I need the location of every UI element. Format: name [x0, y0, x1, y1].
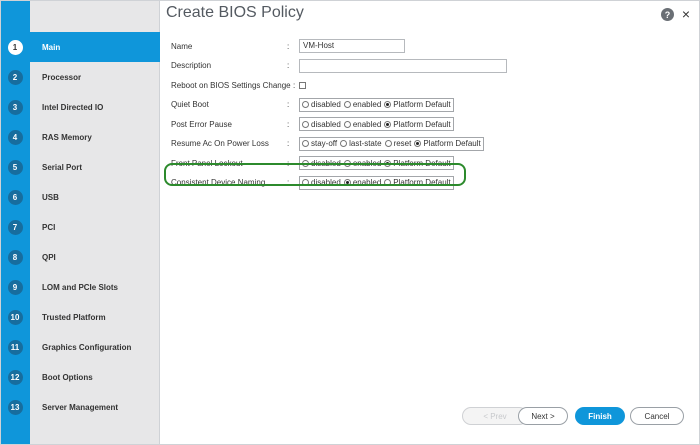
- resume-ac-row: Resume Ac On Power Loss : stay-off last-…: [171, 135, 507, 153]
- radio-button-selected[interactable]: [414, 140, 422, 147]
- step-number: 7: [7, 219, 23, 235]
- description-label: Description: [171, 61, 212, 70]
- colon: :: [287, 41, 290, 51]
- step-number: 8: [7, 249, 23, 265]
- step-number: 5: [7, 159, 23, 175]
- post-error-label: Post Error Pause: [171, 119, 232, 129]
- resume-platform-default-option[interactable]: Platform Default: [414, 139, 481, 148]
- step-main[interactable]: 1 Main: [0, 32, 160, 62]
- step-number: 13: [7, 399, 23, 415]
- radio-button[interactable]: [343, 101, 351, 108]
- radio-button[interactable]: [302, 140, 309, 147]
- step-qpi[interactable]: 8 QPI: [0, 242, 160, 272]
- name-input[interactable]: VM-Host: [299, 39, 405, 53]
- quiet-boot-radio-group: disabled enabled Platform Default: [299, 97, 454, 112]
- help-icon[interactable]: ?: [661, 8, 674, 21]
- reboot-label: Reboot on BIOS Settings Change: [171, 80, 291, 90]
- step-label: Trusted Platform: [42, 312, 106, 322]
- step-label: Boot Options: [42, 372, 93, 382]
- resume-ac-radio-group: stay-off last-state reset Platform Defau…: [299, 136, 484, 151]
- step-label: Main: [42, 42, 61, 52]
- name-label: Name: [171, 41, 193, 51]
- radio-button[interactable]: [384, 140, 392, 147]
- colon: :: [287, 61, 290, 70]
- step-number: 9: [7, 279, 23, 295]
- step-server-management[interactable]: 13 Server Management: [0, 392, 160, 422]
- step-lom-pcie-slots[interactable]: 9 LOM and PCIe Slots: [0, 272, 160, 302]
- step-intel-directed-io[interactable]: 3 Intel Directed IO: [0, 92, 160, 122]
- step-number: 3: [7, 99, 23, 115]
- step-number: 6: [7, 189, 23, 205]
- post-error-radio-group: disabled enabled Platform Default: [299, 117, 454, 131]
- description-row: Description :: [171, 57, 507, 75]
- step-number: 10: [7, 309, 23, 325]
- post-error-disabled-option[interactable]: disabled: [302, 120, 341, 129]
- reboot-checkbox[interactable]: [299, 81, 306, 89]
- quiet-boot-enabled-option[interactable]: enabled: [343, 100, 381, 109]
- step-trusted-platform[interactable]: 10 Trusted Platform: [0, 302, 160, 332]
- radio-button[interactable]: [302, 120, 309, 128]
- step-label: Processor: [42, 72, 82, 82]
- colon: :: [287, 100, 290, 109]
- resume-reset-option[interactable]: reset: [384, 139, 411, 148]
- step-label: Serial Port: [42, 162, 83, 172]
- resume-last-state-option[interactable]: last-state: [340, 139, 382, 148]
- step-serial-port[interactable]: 5 Serial Port: [0, 152, 160, 182]
- next-button[interactable]: Next >: [518, 407, 568, 425]
- wizard-steps: 1 Main 2 Processor 3 Intel Directed IO 4…: [0, 32, 160, 422]
- radio-button-selected[interactable]: [384, 120, 392, 128]
- radio-button[interactable]: [340, 140, 348, 147]
- quiet-boot-disabled-option[interactable]: disabled: [302, 100, 341, 109]
- quiet-boot-row: Quiet Boot : disabled enabled Platform D…: [171, 96, 507, 114]
- dialog-title: Create BIOS Policy: [166, 4, 304, 21]
- colon: :: [287, 139, 290, 148]
- radio-button[interactable]: [343, 120, 351, 128]
- step-number: 2: [7, 69, 23, 85]
- quiet-boot-label: Quiet Boot: [171, 100, 209, 109]
- cancel-button[interactable]: Cancel: [630, 407, 684, 425]
- step-label: Intel Directed IO: [42, 102, 104, 112]
- step-boot-options[interactable]: 12 Boot Options: [0, 362, 160, 392]
- post-error-enabled-option[interactable]: enabled: [343, 120, 381, 129]
- name-row: Name : VM-Host: [171, 37, 507, 55]
- resume-stay-off-option[interactable]: stay-off: [302, 139, 337, 148]
- finish-button[interactable]: Finish: [575, 407, 625, 425]
- step-label: Server Management: [42, 402, 119, 412]
- step-label: USB: [42, 192, 59, 202]
- step-pci[interactable]: 7 PCI: [0, 212, 160, 242]
- step-label: Graphics Configuration: [42, 342, 132, 352]
- post-error-platform-default-option[interactable]: Platform Default: [384, 120, 451, 129]
- step-graphics-configuration[interactable]: 11 Graphics Configuration: [0, 332, 160, 362]
- quiet-boot-platform-default-option[interactable]: Platform Default: [384, 100, 451, 109]
- step-label: LOM and PCIe Slots: [42, 282, 119, 292]
- step-label: QPI: [42, 252, 56, 262]
- description-input[interactable]: [299, 58, 507, 73]
- step-number: 4: [7, 129, 23, 145]
- reboot-row: Reboot on BIOS Settings Change :: [171, 76, 507, 94]
- colon: :: [287, 119, 290, 129]
- step-number: 12: [7, 369, 23, 385]
- step-processor[interactable]: 2 Processor: [0, 62, 160, 92]
- step-label: PCI: [42, 222, 56, 232]
- cdn-highlight-outline: [164, 163, 466, 186]
- radio-button[interactable]: [302, 101, 309, 108]
- wizard-sidebar: 1 Main 2 Processor 3 Intel Directed IO 4…: [0, 0, 160, 445]
- step-label: RAS Memory: [42, 132, 92, 142]
- close-icon[interactable]: ×: [682, 6, 690, 22]
- step-number: 1: [7, 39, 23, 55]
- step-ras-memory[interactable]: 4 RAS Memory: [0, 122, 160, 152]
- resume-ac-label: Resume Ac On Power Loss: [171, 139, 269, 148]
- radio-button-selected[interactable]: [384, 101, 392, 108]
- step-usb[interactable]: 6 USB: [0, 182, 160, 212]
- step-number: 11: [7, 339, 23, 355]
- post-error-row: Post Error Pause : disabled enabled Plat…: [171, 115, 507, 133]
